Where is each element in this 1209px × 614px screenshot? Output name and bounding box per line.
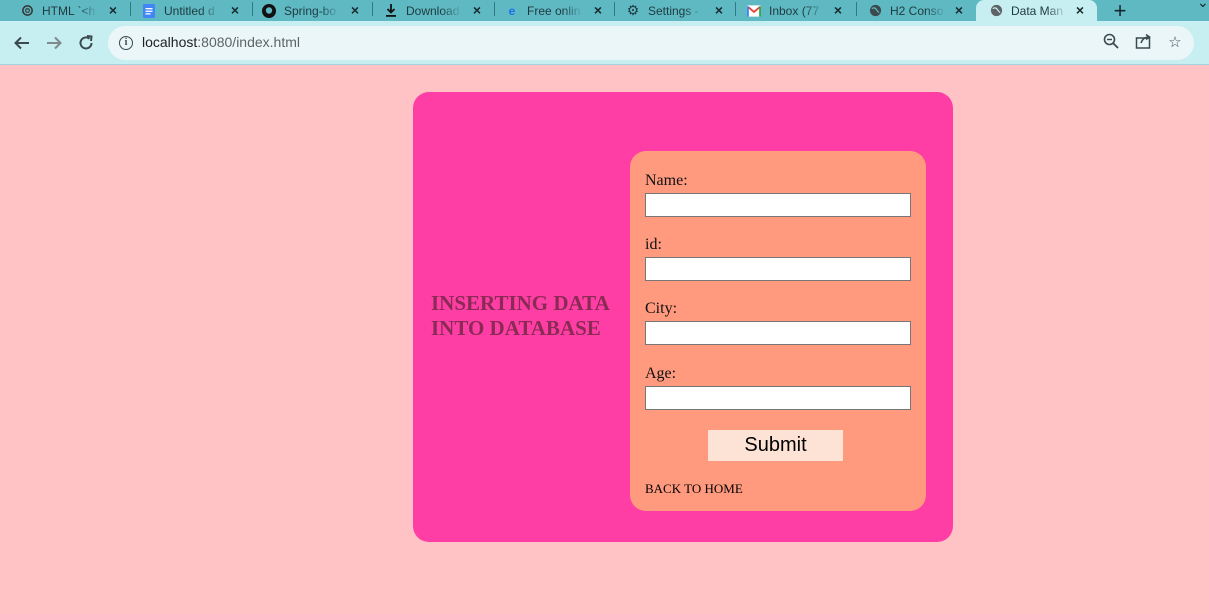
tab-strip: HTML `<h × Untitled d × Spring-bo × Down… bbox=[0, 0, 1209, 23]
tab-inbox[interactable]: Inbox (77 × bbox=[747, 0, 845, 21]
openai-icon bbox=[20, 4, 34, 18]
browser-toolbar: i localhost:8080/index.html ☆ bbox=[0, 21, 1209, 65]
tab-title: HTML `<h bbox=[42, 3, 96, 18]
close-tab-icon[interactable]: × bbox=[106, 3, 120, 17]
tab-divider bbox=[130, 2, 131, 16]
tab-title: Settings - bbox=[648, 3, 699, 18]
tab-title: H2 Conso bbox=[890, 3, 944, 18]
city-label: City: bbox=[645, 300, 678, 317]
tab-untitled[interactable]: Untitled d × bbox=[142, 0, 242, 21]
download-icon bbox=[384, 4, 398, 18]
page-title: INSERTING DATA INTO DATABASE bbox=[431, 291, 609, 340]
tab-title: Inbox (77 bbox=[769, 3, 820, 18]
tab-data-manager[interactable]: Data Man × bbox=[976, 0, 1097, 21]
tab-title: Data Man bbox=[1011, 3, 1064, 18]
age-field[interactable] bbox=[645, 386, 911, 410]
name-label: Name: bbox=[645, 172, 688, 189]
id-field[interactable] bbox=[645, 257, 911, 281]
submit-button[interactable]: Submit bbox=[708, 430, 843, 461]
name-field[interactable] bbox=[645, 193, 911, 217]
url-path: :8080/index.html bbox=[197, 34, 300, 50]
reload-icon[interactable] bbox=[75, 32, 97, 54]
bookmark-star-icon[interactable]: ☆ bbox=[1165, 33, 1185, 53]
share-icon[interactable] bbox=[1133, 33, 1153, 53]
age-label: Age: bbox=[645, 365, 677, 382]
globe-icon bbox=[989, 4, 1003, 18]
github-icon bbox=[262, 3, 276, 18]
back-arrow-icon[interactable] bbox=[11, 32, 33, 54]
tab-github[interactable]: Spring-bo × bbox=[262, 0, 362, 21]
close-tab-icon[interactable]: × bbox=[591, 3, 605, 17]
url-text[interactable]: localhost:8080/index.html bbox=[142, 34, 300, 50]
tab-divider bbox=[494, 2, 495, 16]
tab-divider bbox=[735, 2, 736, 16]
id-label: id: bbox=[645, 236, 662, 253]
close-tab-icon[interactable]: × bbox=[712, 3, 726, 17]
tab-free-online[interactable]: e Free onlin × bbox=[505, 0, 605, 21]
tab-divider bbox=[614, 2, 615, 16]
globe-icon bbox=[868, 4, 882, 18]
url-host: localhost bbox=[142, 34, 198, 50]
tab-divider bbox=[856, 2, 857, 16]
close-tab-icon[interactable]: × bbox=[470, 3, 484, 17]
edge-icon: e bbox=[508, 3, 516, 18]
tab-title: Untitled d bbox=[164, 3, 215, 18]
site-info-icon[interactable]: i bbox=[119, 36, 133, 50]
tab-title: Download bbox=[406, 3, 460, 18]
close-tab-icon[interactable]: × bbox=[228, 3, 242, 17]
forward-arrow-icon[interactable] bbox=[43, 32, 65, 54]
city-field[interactable] bbox=[645, 321, 911, 345]
gear-icon: ⚙ bbox=[626, 2, 640, 18]
tab-title: Free onlin bbox=[527, 3, 581, 18]
zoom-icon[interactable] bbox=[1101, 33, 1121, 53]
chevron-down-icon[interactable]: ⌄ bbox=[1197, 0, 1209, 11]
docs-icon bbox=[142, 3, 156, 18]
tab-h2-console[interactable]: H2 Conso × bbox=[868, 0, 966, 21]
form-card: INSERTING DATA INTO DATABASE Name: id: C… bbox=[413, 92, 953, 542]
back-to-home-link[interactable]: BACK TO HOME bbox=[645, 481, 743, 497]
address-bar[interactable]: i localhost:8080/index.html ☆ bbox=[108, 26, 1194, 60]
close-tab-icon[interactable]: × bbox=[1073, 3, 1087, 17]
close-tab-icon[interactable]: × bbox=[348, 3, 362, 17]
tab-divider bbox=[252, 2, 253, 16]
tab-downloads[interactable]: Download × bbox=[384, 0, 484, 21]
close-tab-icon[interactable]: × bbox=[831, 3, 845, 17]
close-tab-icon[interactable]: × bbox=[952, 3, 966, 17]
gmail-icon bbox=[747, 4, 761, 18]
insert-data-form: Name: id: City: Age: Submit BACK TO HOME bbox=[630, 151, 926, 511]
tab-html[interactable]: HTML `<h × bbox=[20, 0, 120, 21]
tab-title: Spring-bo bbox=[284, 3, 337, 18]
tab-divider bbox=[372, 2, 373, 16]
tab-settings[interactable]: ⚙ Settings - × bbox=[626, 0, 726, 21]
